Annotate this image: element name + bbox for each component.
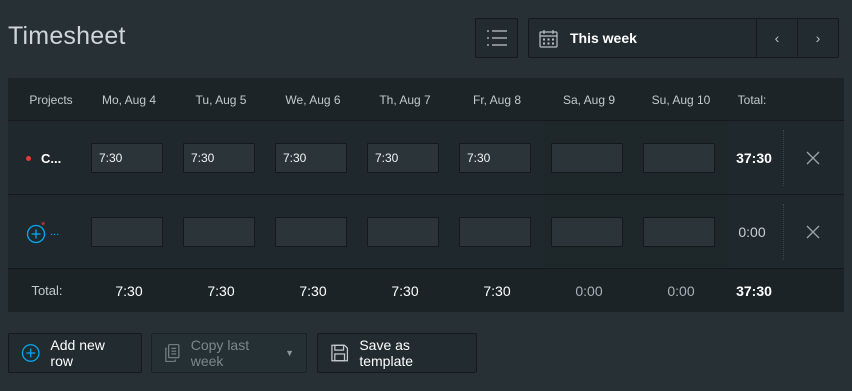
hours-input[interactable]	[91, 217, 163, 247]
totals-row: Total: 7:30 7:30 7:30 7:30 7:30 0:00 0:0…	[8, 269, 844, 312]
calendar-icon	[539, 29, 558, 48]
grand-total: 37:30	[736, 282, 772, 299]
header-day: Fr, Aug 8	[472, 92, 522, 107]
day-total: 7:30	[483, 282, 511, 299]
save-as-template-label: Save as template	[359, 337, 414, 369]
hours-input[interactable]: 7:30	[183, 143, 255, 173]
header-day: Sa, Aug 9	[562, 92, 616, 107]
select-project-button[interactable]: * ...	[26, 195, 86, 269]
svg-text:*: *	[41, 220, 46, 232]
project-selector[interactable]: C...	[26, 121, 86, 195]
hours-input[interactable]: 7:30	[275, 143, 347, 173]
day-total: 0:00	[667, 282, 695, 299]
project-placeholder: ...	[50, 226, 60, 238]
save-as-template-button[interactable]: Save as template	[317, 333, 477, 373]
delete-row-button[interactable]	[796, 121, 830, 195]
hours-input[interactable]	[275, 217, 347, 247]
day-total: 7:30	[115, 282, 143, 299]
table-row: C... 7:30 7:30 7:30 7:30 7:30 37:30	[8, 121, 844, 195]
day-total: 0:00	[575, 282, 603, 299]
previous-week-button[interactable]: ‹	[756, 19, 797, 57]
hours-input[interactable]	[643, 143, 715, 173]
copy-last-week-button[interactable]: Copy last week ▼	[151, 333, 307, 373]
close-icon	[806, 151, 820, 165]
page-title: Timesheet	[8, 22, 126, 50]
chevron-right-icon: ›	[815, 30, 821, 46]
chevron-left-icon: ‹	[774, 30, 780, 46]
add-new-row-label: Add new row	[50, 337, 105, 369]
hours-input[interactable]: 7:30	[459, 143, 531, 173]
hours-input[interactable]	[367, 217, 439, 247]
row-total: 0:00	[738, 224, 766, 240]
close-icon	[806, 225, 820, 239]
timesheet-table: Projects Mo, Aug 4 Tu, Aug 5 We, Aug 6 T…	[8, 78, 844, 312]
copy-last-week-label: Copy last week	[190, 337, 250, 369]
caret-down-icon: ▼	[285, 348, 294, 358]
divider	[783, 204, 784, 260]
add-new-row-button[interactable]: Add new row	[8, 333, 142, 373]
header-day: Su, Aug 10	[651, 92, 711, 107]
hours-input[interactable]	[183, 217, 255, 247]
table-header-row: Projects Mo, Aug 4 Tu, Aug 5 We, Aug 6 T…	[8, 78, 844, 121]
hours-input[interactable]: 7:30	[91, 143, 163, 173]
project-name: C...	[41, 150, 62, 166]
divider	[783, 130, 784, 186]
list-view-button[interactable]	[475, 18, 518, 58]
add-project-icon: *	[26, 220, 46, 244]
header-day: Mo, Aug 4	[101, 92, 157, 107]
header-projects: Projects	[29, 92, 73, 107]
header-day: Th, Aug 7	[379, 92, 431, 107]
day-total: 7:30	[207, 282, 235, 299]
totals-label: Total:	[31, 283, 63, 298]
table-row: * ... 0:00	[8, 195, 844, 269]
header-day: We, Aug 6	[285, 92, 341, 107]
day-total: 7:30	[391, 282, 419, 299]
week-selector[interactable]: This week	[529, 19, 756, 57]
hours-input[interactable]	[459, 217, 531, 247]
hours-input[interactable]: 7:30	[367, 143, 439, 173]
copy-icon	[165, 344, 180, 362]
hours-input[interactable]	[551, 143, 623, 173]
list-icon	[486, 30, 507, 46]
project-color-dot	[26, 155, 31, 161]
week-picker[interactable]: This week ‹ ›	[528, 18, 839, 58]
hours-input[interactable]	[551, 217, 623, 247]
row-total: 37:30	[736, 150, 772, 166]
header-day: Tu, Aug 5	[195, 92, 247, 107]
header-total: Total:	[737, 92, 767, 107]
next-week-button[interactable]: ›	[797, 19, 838, 57]
week-label: This week	[570, 30, 637, 46]
delete-row-button[interactable]	[796, 195, 830, 269]
plus-circle-icon	[21, 344, 40, 362]
save-icon	[331, 344, 349, 362]
day-total: 7:30	[299, 282, 327, 299]
hours-input[interactable]	[643, 217, 715, 247]
